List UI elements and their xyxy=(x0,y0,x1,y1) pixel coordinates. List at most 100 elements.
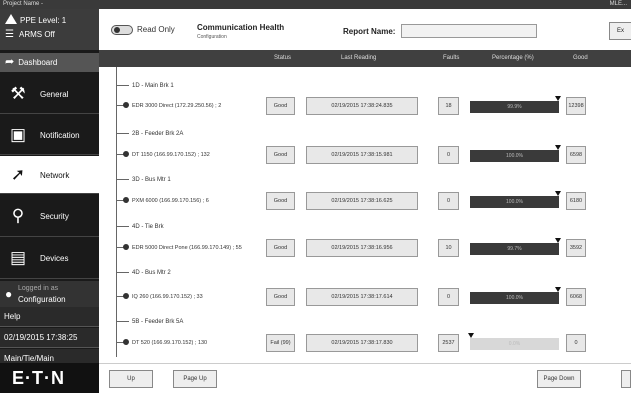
faults-field: 10 xyxy=(438,239,459,257)
sidebar-item-general[interactable]: ⚒ General xyxy=(0,74,99,114)
dashboard-button[interactable]: ➦ Dashboard xyxy=(0,53,99,72)
page-down-button[interactable]: Page Down xyxy=(537,370,581,388)
marker-icon xyxy=(555,238,561,243)
tree-group: 5B - Feeder Brk 5A xyxy=(116,317,183,327)
sidebar-item-security[interactable]: ⚲ Security xyxy=(0,195,99,237)
up-button[interactable]: Up xyxy=(109,370,153,388)
read-only-label: Read Only xyxy=(137,25,175,34)
tree-group: 3D - Bus Mtr 1 xyxy=(116,175,171,185)
group-label: 5B - Feeder Brk 5A xyxy=(132,319,184,325)
logged-in-panel[interactable]: ● Logged in as Configuration xyxy=(0,281,99,307)
status-badge: Good xyxy=(266,146,295,164)
pager-footer: Up Page Up Page Down xyxy=(99,363,631,393)
device-name: IQ 260 (166.99.170.152) ; 33 xyxy=(132,294,203,300)
eaton-logo: E·T·N xyxy=(0,363,99,393)
percentage-bar: 99.7% xyxy=(470,238,561,255)
down-button-partial[interactable] xyxy=(621,370,631,388)
device-name: EDR 5000 Direct Pone (166.99.170.149) ; … xyxy=(132,245,242,251)
sidebar-item-notification[interactable]: ▣ Notification xyxy=(0,115,99,155)
marker-icon xyxy=(468,333,474,338)
back-arrow-icon: ➦ xyxy=(5,56,15,68)
read-only-toggle[interactable] xyxy=(111,25,133,35)
device-node-dot xyxy=(123,102,129,108)
marker-icon xyxy=(555,191,561,196)
last-reading-field: 02/19/2015 17:38:15.981 xyxy=(306,146,418,164)
percentage-label: 0.0% xyxy=(508,341,521,347)
page-title: Communication Health xyxy=(197,23,285,32)
device-node-dot xyxy=(123,197,129,203)
export-button[interactable]: Ex xyxy=(609,22,631,40)
last-reading-field: 02/19/2015 17:38:17.614 xyxy=(306,288,418,306)
percentage-label: 99.7% xyxy=(507,246,522,252)
percentage-label: 100.0% xyxy=(506,295,523,301)
status-badge: Good xyxy=(266,288,295,306)
last-reading-field: 02/19/2015 17:38:24.835 xyxy=(306,97,418,115)
dashboard-label: Dashboard xyxy=(18,58,58,67)
device-icon: ▤ xyxy=(9,248,27,267)
header-status: Status xyxy=(274,55,292,61)
tools-icon: ⚒ xyxy=(10,84,26,103)
last-reading-field: 02/19/2015 17:38:16.625 xyxy=(306,192,418,210)
good-field: 12398 xyxy=(566,97,586,115)
status-badge: Good xyxy=(266,192,295,210)
page-subtitle: Configuration xyxy=(197,34,227,40)
device-node-dot xyxy=(123,244,129,250)
header-percentage: Percentage (%) xyxy=(492,55,534,61)
sidebar-item-label: Network xyxy=(40,171,70,180)
chat-bubble-icon: ▣ xyxy=(9,125,27,144)
table-row: DT 1150 (166.99.170.152) ; 132 Good 02/1… xyxy=(116,145,631,165)
tree-group: 4D - Bus Mtr 2 xyxy=(116,268,171,278)
table-row: EDR 3000 Direct (172.29.250.56) ; 2 Good… xyxy=(116,96,631,116)
logged-in-label: Logged in as xyxy=(18,285,59,292)
sidebar: PPE Level: 1 ☰ ARMS Off ➦ Dashboard ⚒ Gene… xyxy=(0,9,99,393)
device-name: PXM 6000 (166.99.170.156) ; 6 xyxy=(132,198,209,204)
logged-in-user: Configuration xyxy=(18,295,66,304)
faults-field: 18 xyxy=(438,97,459,115)
report-name-input[interactable] xyxy=(401,24,537,38)
table-row: EDR 5000 Direct Pone (166.99.170.149) ; … xyxy=(116,238,631,258)
group-label: 4D - Bus Mtr 2 xyxy=(132,270,171,276)
status-badge: Good xyxy=(266,239,295,257)
percentage-label: 99.9% xyxy=(507,104,522,110)
percentage-label: 100.0% xyxy=(506,153,523,159)
page-up-button[interactable]: Page Up xyxy=(173,370,217,388)
sidebar-item-label: Notification xyxy=(40,131,80,140)
marker-icon xyxy=(555,145,561,150)
device-name: EDR 3000 Direct (172.29.250.56) ; 2 xyxy=(132,103,222,109)
device-node-dot xyxy=(123,339,129,345)
tree-group: 1D - Main Brk 1 xyxy=(116,81,174,91)
faults-field: 2537 xyxy=(438,334,459,352)
marker-icon xyxy=(555,287,561,292)
faults-field: 0 xyxy=(438,146,459,164)
percentage-bar: 0.0% xyxy=(468,333,559,350)
window-titlebar: Project Name - MLE... xyxy=(0,0,631,9)
sidebar-item-devices[interactable]: ▤ Devices xyxy=(0,238,99,279)
help-button[interactable]: Help xyxy=(0,307,99,327)
faults-field: 0 xyxy=(438,288,459,306)
user-icon: ● xyxy=(5,287,13,301)
network-signal-icon: ➚ xyxy=(10,165,26,184)
header-good: Good xyxy=(573,55,588,61)
percentage-bar: 100.0% xyxy=(470,191,561,208)
arms-status: ☰ ARMS Off xyxy=(5,29,55,41)
header-last-reading: Last Reading xyxy=(341,55,377,61)
header-faults: Faults xyxy=(443,55,460,61)
marker-icon xyxy=(555,96,561,101)
table-row: DT 520 (166.99.170.152) ; 130 Fail (99) … xyxy=(116,333,631,353)
table-row: PXM 6000 (166.99.170.156) ; 6 Good 02/19… xyxy=(116,191,631,211)
sidebar-item-label: Security xyxy=(40,212,69,221)
good-field: 6180 xyxy=(566,192,586,210)
last-reading-field: 02/19/2015 17:38:17.830 xyxy=(306,334,418,352)
group-label: 1D - Main Brk 1 xyxy=(132,83,174,89)
table-header: Status Last Reading Faults Percentage (%… xyxy=(99,50,631,67)
top-toolbar: Read Only Communication Health Configura… xyxy=(99,9,631,50)
device-node-dot xyxy=(123,293,129,299)
device-tree: 1D - Main Brk 1 EDR 3000 Direct (172.29.… xyxy=(99,67,631,363)
tree-group: 4D - Tie Brk xyxy=(116,222,164,232)
sidebar-item-network[interactable]: ➚ Network xyxy=(0,156,99,194)
good-field: 6598 xyxy=(566,146,586,164)
percentage-label: 100.0% xyxy=(506,199,523,205)
percentage-bar: 99.9% xyxy=(470,96,561,113)
status-badge: Fail (99) xyxy=(266,334,295,352)
ppe-level: PPE Level: 1 xyxy=(5,14,66,26)
